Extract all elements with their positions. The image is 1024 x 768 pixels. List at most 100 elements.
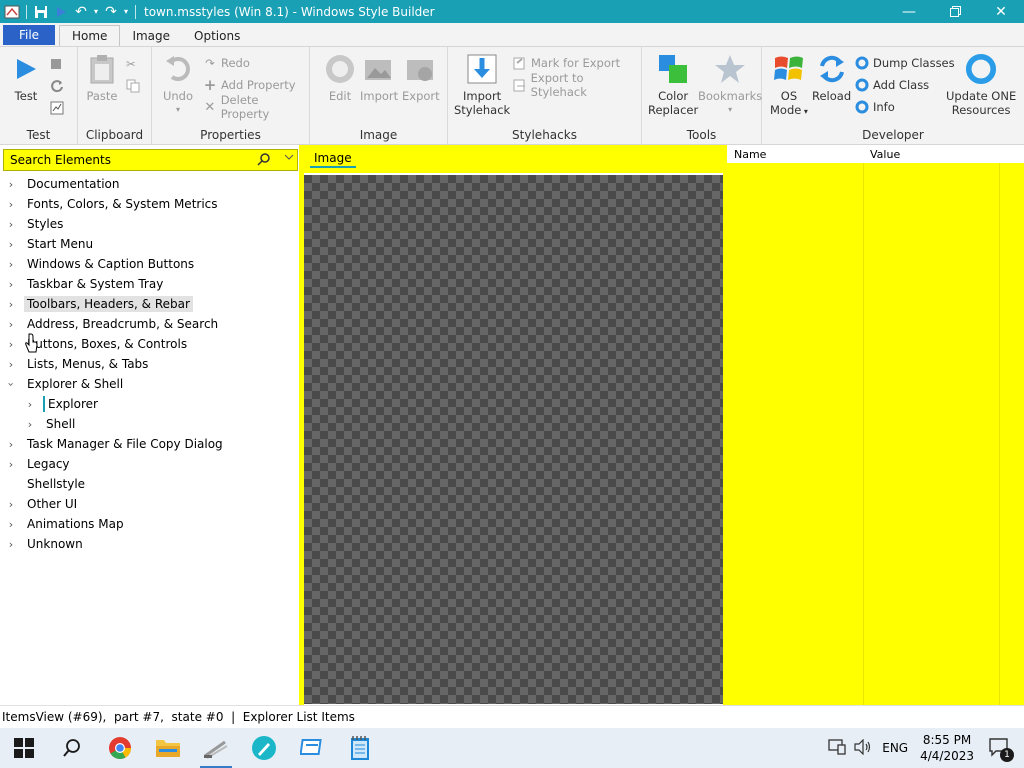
notification-center-icon[interactable]: 1 (988, 737, 1014, 762)
chevron-right-icon[interactable]: › (4, 298, 18, 311)
tree-item-start-menu[interactable]: › Start Menu (4, 234, 96, 254)
chevron-right-icon[interactable]: › (4, 178, 18, 191)
search-input[interactable] (4, 153, 244, 167)
tree-item-explorer[interactable]: › Explorer (23, 394, 101, 414)
tree-item-other-ui[interactable]: › Other UI (4, 494, 80, 514)
reload-icon (816, 53, 848, 85)
taskbar-chrome[interactable] (96, 728, 144, 768)
dump-classes-button[interactable]: Dump Classes (854, 54, 955, 72)
color-replacer-button[interactable]: Color Replacer (648, 53, 698, 117)
taskbar-file-explorer[interactable] (144, 728, 192, 768)
start-button[interactable] (0, 728, 48, 768)
redo-icon[interactable]: ↷ (101, 2, 121, 22)
edit-button[interactable]: Edit (324, 53, 356, 103)
chevron-right-icon[interactable]: › (4, 458, 18, 471)
cut-icon[interactable]: ✂ (126, 55, 136, 73)
stop-icon[interactable] (50, 55, 62, 73)
save-icon[interactable] (31, 2, 51, 22)
paste-button[interactable]: Paste (86, 53, 118, 103)
tree-item-unknown[interactable]: › Unknown (4, 534, 86, 554)
taskbar-app-pen[interactable] (240, 728, 288, 768)
language-indicator[interactable]: ENG (882, 741, 908, 755)
tree-item-taskbar[interactable]: › Taskbar & System Tray (4, 274, 166, 294)
export-button[interactable]: Export (402, 53, 440, 103)
taskbar-app-window[interactable] (288, 728, 336, 768)
update-one-resources-button[interactable]: Update ONE Resources (946, 53, 1016, 117)
tab-home[interactable]: Home (59, 25, 121, 46)
tree-item-styles[interactable]: › Styles (4, 214, 66, 234)
file-menu[interactable]: File (3, 25, 55, 45)
taskbar-app-notepad[interactable] (336, 728, 384, 768)
search-taskbar-button[interactable] (48, 728, 96, 768)
volume-icon[interactable] (854, 738, 872, 758)
tree-item-windows-caption[interactable]: › Windows & Caption Buttons (4, 254, 197, 274)
info-button[interactable]: Info (854, 98, 895, 116)
chevron-right-icon[interactable]: › (4, 238, 18, 251)
image-preview-canvas[interactable] (304, 175, 723, 704)
reload-button[interactable]: Reload (812, 53, 851, 103)
chevron-right-icon[interactable]: › (23, 418, 37, 431)
tree-item-toolbars[interactable]: › Toolbars, Headers, & Rebar (4, 294, 193, 314)
refresh-small-icon[interactable] (50, 77, 64, 95)
chevron-down-icon[interactable] (284, 153, 294, 164)
column-header-value[interactable]: Value (870, 148, 900, 161)
chevron-right-icon[interactable]: › (4, 258, 18, 271)
chevron-right-icon[interactable]: › (4, 518, 18, 531)
maximize-button[interactable] (932, 0, 978, 23)
tree-item-explorer-shell[interactable]: › Explorer & Shell (4, 374, 126, 394)
import-stylehack-button[interactable]: Import Stylehack (454, 53, 510, 117)
chevron-right-icon[interactable]: › (4, 358, 18, 371)
tree-item-address[interactable]: › Address, Breadcrumb, & Search (4, 314, 221, 334)
tree-item-shellstyle[interactable]: Shellstyle (4, 474, 88, 494)
chevron-right-icon[interactable]: › (4, 498, 18, 511)
close-button[interactable]: ✕ (978, 0, 1024, 23)
clock[interactable]: 8:55 PM 4/4/2023 (920, 732, 974, 764)
run-icon[interactable] (51, 2, 71, 22)
mark-for-export-button[interactable]: Mark for Export (512, 54, 620, 72)
add-class-button[interactable]: Add Class (854, 76, 929, 94)
tab-options[interactable]: Options (182, 25, 252, 46)
tree-item-fonts-colors[interactable]: › Fonts, Colors, & System Metrics (4, 194, 221, 214)
test-button[interactable]: Test (10, 53, 42, 103)
copy-icon[interactable] (126, 77, 140, 95)
app-icon[interactable] (2, 2, 22, 22)
redo-dropdown-icon[interactable]: ▾ (121, 2, 131, 22)
tree-item-documentation[interactable]: › Documentation (4, 174, 123, 194)
undo-icon[interactable]: ↶ (71, 2, 91, 22)
chevron-down-icon[interactable]: › (5, 377, 18, 391)
undo-dropdown-icon[interactable]: ▾ (91, 2, 101, 22)
column-header-name[interactable]: Name (734, 148, 766, 161)
column-divider (863, 163, 864, 705)
chevron-right-icon[interactable]: › (23, 398, 37, 411)
plus-icon: + (203, 76, 217, 94)
network-icon[interactable] (828, 738, 846, 758)
tab-image[interactable]: Image (120, 25, 182, 46)
chevron-right-icon[interactable]: › (4, 438, 18, 451)
undo-button[interactable]: Undo ▾ (162, 53, 194, 117)
group-properties: Undo ▾ ↷ Redo + Add Property ✕ Delete Prope… (152, 47, 310, 145)
chevron-right-icon[interactable]: › (4, 538, 18, 551)
import-arrow-icon (466, 53, 498, 85)
redo-button[interactable]: ↷ Redo (202, 54, 250, 72)
add-property-button[interactable]: + Add Property (202, 76, 296, 94)
search-box (3, 149, 298, 171)
bookmarks-button[interactable]: Bookmarks ▾ (698, 53, 762, 117)
tab-image-preview[interactable]: Image (310, 151, 356, 168)
os-mode-button[interactable]: OS Mode ▾ (770, 53, 808, 119)
chevron-right-icon[interactable]: › (4, 318, 18, 331)
tree-item-legacy[interactable]: › Legacy (4, 454, 73, 474)
delete-property-button[interactable]: ✕ Delete Property (202, 93, 309, 121)
chevron-right-icon[interactable]: › (4, 338, 18, 351)
minimize-button[interactable]: — (886, 0, 932, 23)
chevron-right-icon[interactable]: › (4, 278, 18, 291)
taskbar-style-builder[interactable] (192, 728, 240, 768)
chevron-right-icon[interactable]: › (4, 198, 18, 211)
tree-item-task-manager[interactable]: › Task Manager & File Copy Dialog (4, 434, 226, 454)
chart-small-icon[interactable] (50, 99, 64, 117)
chevron-right-icon[interactable]: › (4, 218, 18, 231)
import-button[interactable]: Import (360, 53, 398, 103)
search-icon[interactable] (257, 152, 271, 169)
export-to-stylehack-button[interactable]: Export to Stylehack (512, 71, 641, 99)
tree-item-animations-map[interactable]: › Animations Map (4, 514, 127, 534)
tree-item-shell[interactable]: › Shell (23, 414, 78, 434)
